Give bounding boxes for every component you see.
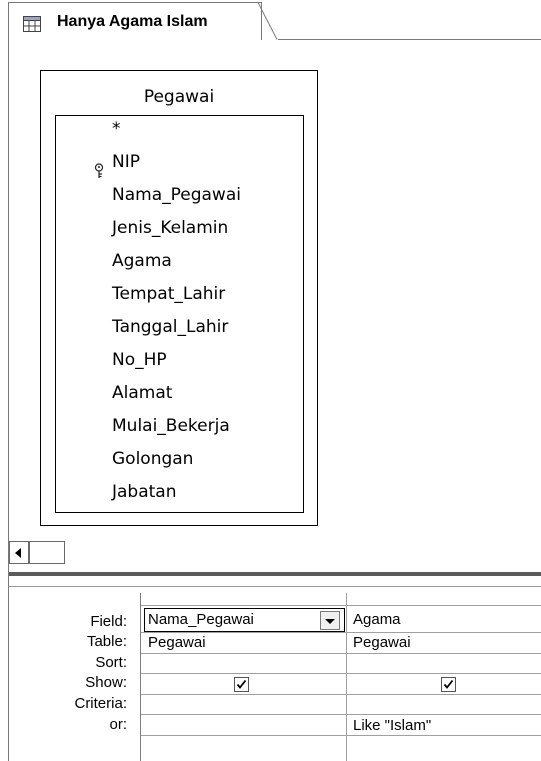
column-selector-1[interactable] [141,593,346,606]
table-window-title[interactable]: Pegawai [41,87,317,107]
field-item-all[interactable]: * [112,118,121,140]
row-label-field: Field: [90,613,127,630]
horizontal-scrollbar[interactable] [9,541,541,565]
column-selector-2[interactable] [346,593,541,606]
scroll-left-button[interactable] [9,541,29,564]
row-divider [141,653,541,654]
field-item-agama[interactable]: Agama [112,250,172,272]
table-cell-2[interactable]: Pegawai [353,634,411,651]
pane-splitter[interactable] [9,572,541,587]
chevron-down-icon [325,619,335,624]
tab-edge [252,2,278,40]
document-tab-strip: Hanya Agama Islam [0,0,541,41]
field-list[interactable]: * NIP Nama_Pegawai Jenis_Kelamin Agama T… [55,115,304,513]
field-item-nama-pegawai[interactable]: Nama_Pegawai [112,184,241,206]
table-cell-1[interactable]: Pegawai [148,634,206,651]
field-item-jabatan[interactable]: Jabatan [112,481,177,503]
scroll-thumb[interactable] [29,541,65,564]
row-divider [141,735,541,736]
criteria-cell-2[interactable]: Like "Islam" [353,717,431,734]
field-item-tempat-lahir[interactable]: Tempat_Lahir [112,283,225,305]
row-label-sort: Sort: [95,654,127,671]
query-tab[interactable]: Hanya Agama Islam [8,2,262,41]
show-checkbox-1[interactable] [234,677,249,692]
row-divider [141,714,541,715]
field-item-no-hp[interactable]: No_HP [112,349,167,371]
row-label-or: or: [109,716,127,733]
row-label-table: Table: [86,633,127,650]
field-item-alamat[interactable]: Alamat [112,382,172,404]
field-cell-2[interactable]: Agama [353,611,401,628]
tab-title: Hanya Agama Islam [57,13,208,30]
row-label-criteria: Criteria: [74,695,127,712]
row-divider [141,632,541,633]
field-item-jenis-kelamin[interactable]: Jenis_Kelamin [112,217,228,239]
checkmark-icon [236,679,247,689]
grid-columns: Nama_Pegawai Pegawai Agama Pegawai Like … [140,593,541,761]
row-divider [141,694,541,695]
row-divider [141,673,541,674]
table-field-list-window[interactable]: Pegawai * NIP Nama_Pegawai Jenis_Kelamin… [40,70,318,526]
show-checkbox-2[interactable] [441,677,456,692]
key-icon [94,163,104,178]
field-item-golongan[interactable]: Golongan [112,448,193,470]
arrow-left-icon [15,548,21,558]
row-label-show: Show: [85,674,127,691]
field-item-tanggal-lahir[interactable]: Tanggal_Lahir [112,316,228,338]
field-cell-1[interactable]: Nama_Pegawai [144,608,345,632]
field-item-mulai-bekerja[interactable]: Mulai_Bekerja [112,415,230,437]
field-dropdown-button[interactable] [320,611,340,630]
field-item-nip[interactable]: NIP [112,151,140,173]
query-design-icon [23,16,41,32]
checkmark-icon [443,679,454,689]
field-value-1: Nama_Pegawai [148,611,254,628]
